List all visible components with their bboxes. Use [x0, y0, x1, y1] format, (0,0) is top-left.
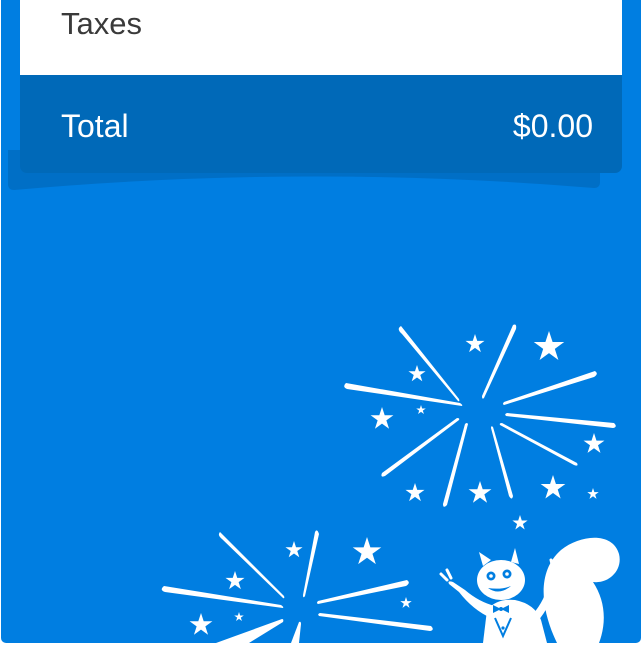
- total-label: Total: [61, 108, 129, 144]
- order-summary-panel: Taxes Total $0.00: [1, 0, 641, 643]
- total-amount: $0.00: [512, 108, 593, 144]
- squirrel-mascot-icon: [439, 537, 620, 643]
- total-row: Total $0.00: [20, 75, 622, 173]
